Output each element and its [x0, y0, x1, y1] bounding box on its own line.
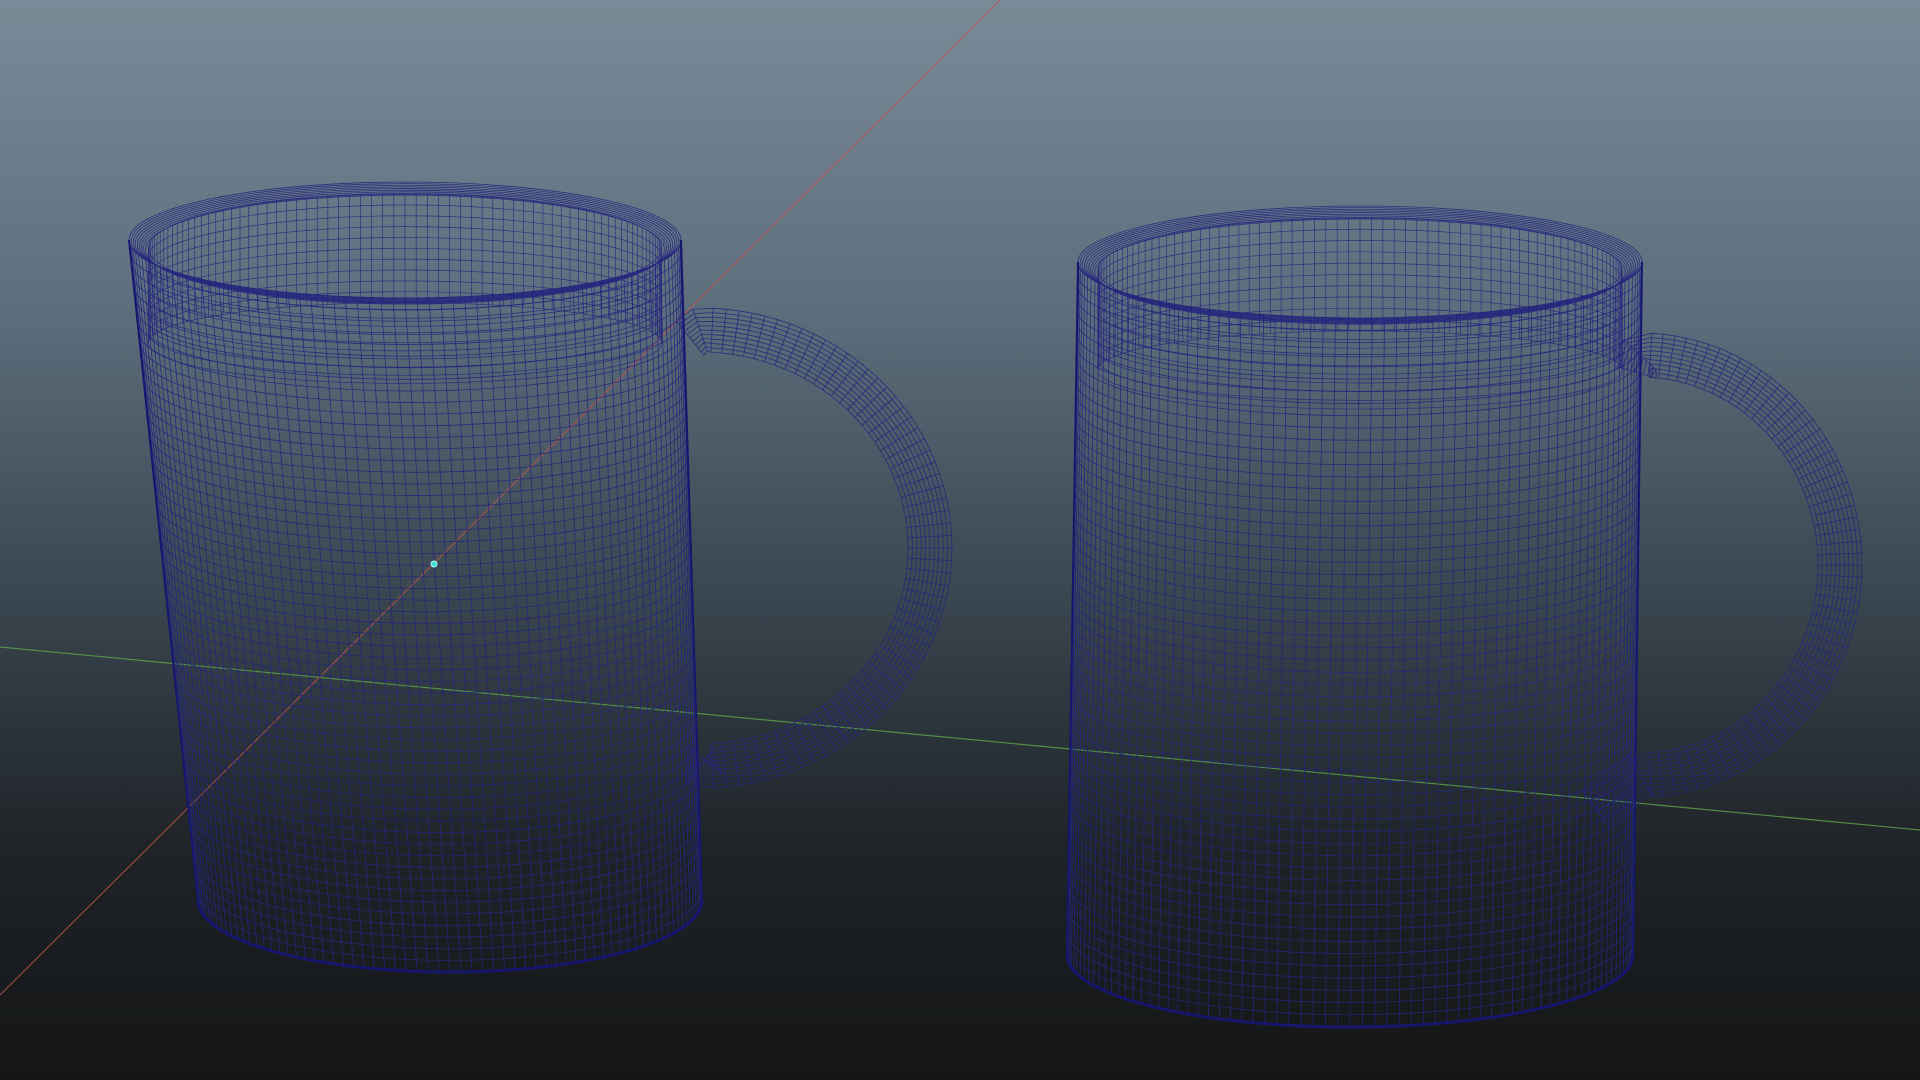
pivot-point-icon[interactable] [430, 560, 438, 568]
mug-interior-edges [1097, 217, 1623, 410]
mug-body-ring-edges [1066, 261, 1643, 1028]
mug-right-silhouette [680, 239, 703, 901]
mug-body-vertical-edges [1066, 261, 1643, 1028]
x-axis-line [0, 0, 1001, 996]
mug-1-wireframe[interactable] [128, 181, 953, 974]
mug-2-wireframe[interactable] [1065, 205, 1863, 1029]
viewport-scene[interactable] [0, 0, 1920, 1080]
mug-handle-edges [1581, 332, 1863, 827]
3d-viewport[interactable] [0, 0, 1920, 1080]
